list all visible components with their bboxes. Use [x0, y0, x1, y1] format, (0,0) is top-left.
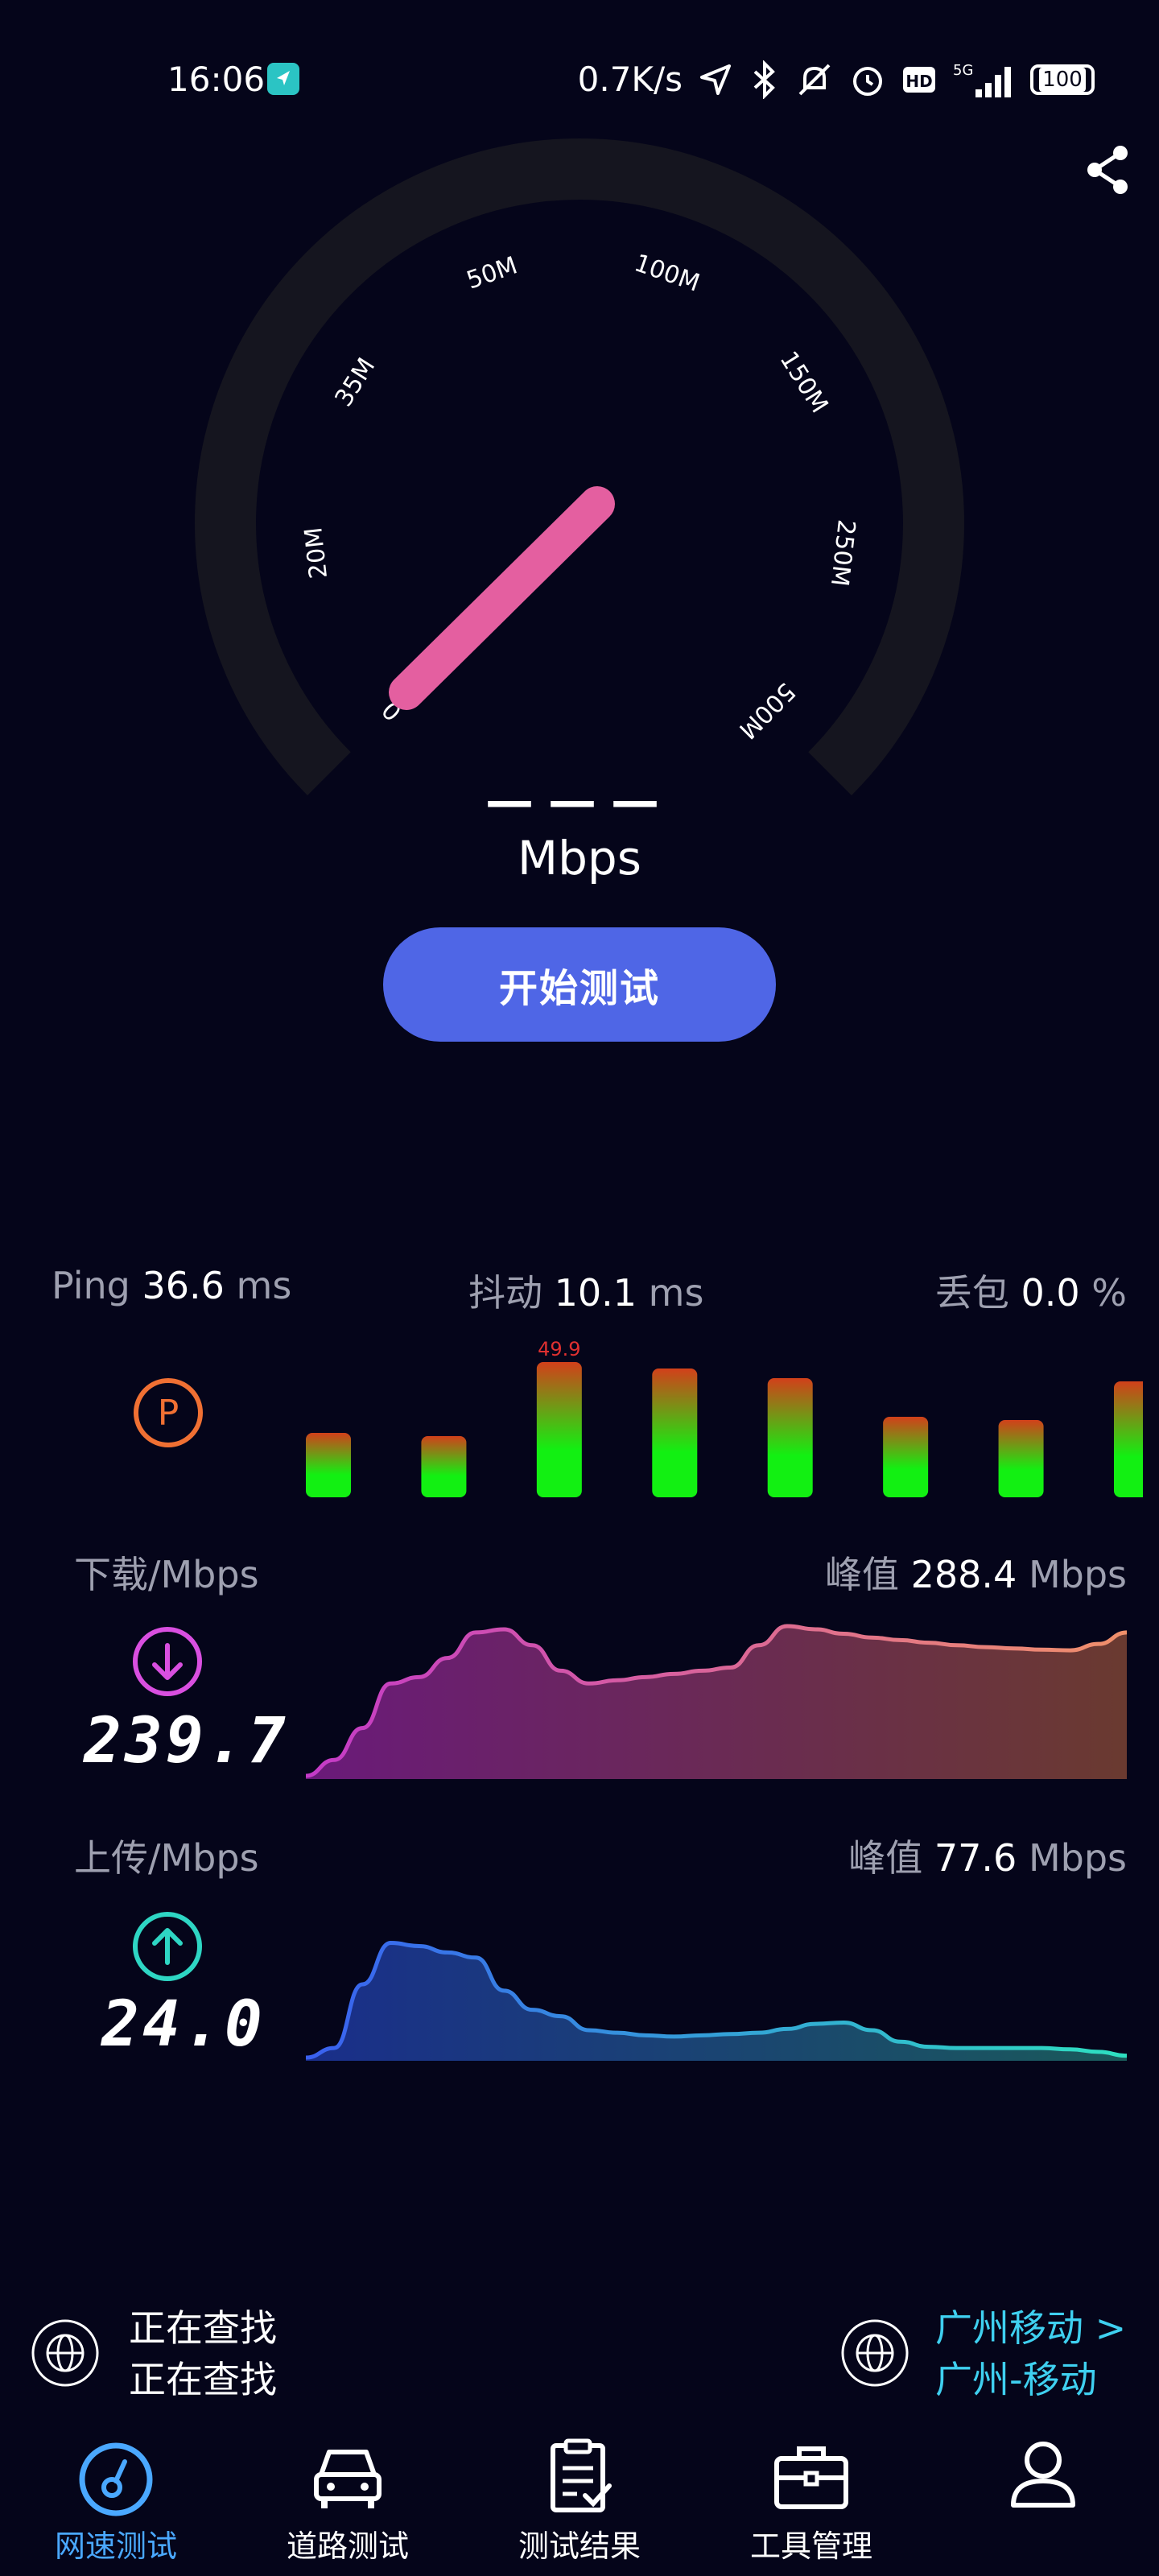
bottom-nav: 网速测试 道路测试 测试结果 工具管理 — [0, 2431, 1159, 2576]
user-icon — [1011, 2442, 1075, 2508]
status-bar: 16:06 0.7K/s HD 5G 100 — [0, 56, 1159, 105]
nav-road-test[interactable]: 道路测试 — [259, 2431, 436, 2576]
gauge-track — [195, 138, 964, 795]
upload-label: 上传/Mbps — [74, 1836, 259, 1880]
upload-arrow-icon — [133, 1912, 202, 1981]
test-server-selector[interactable]: 广州移动 > 广州-移动 — [935, 2302, 1126, 2405]
gauge-tick-label: 35M — [330, 353, 382, 412]
upload-chart — [306, 1941, 1127, 2061]
download-chart — [306, 1624, 1127, 1779]
globe-icon-left[interactable] — [31, 2318, 100, 2388]
speed-gauge: 020M35M50M 100M150M250M500M — [195, 138, 964, 795]
svg-text:P: P — [158, 1393, 179, 1434]
start-test-button[interactable]: 开始测试 — [383, 927, 776, 1042]
status-right: 0.7K/s HD 5G 100 — [578, 60, 1095, 99]
status-time: 16:06 — [167, 60, 266, 99]
ping-bar — [421, 1436, 467, 1497]
download-label: 下载/Mbps — [74, 1553, 259, 1596]
jitter-stat: 抖动 10.1 ms — [468, 1271, 704, 1315]
svg-text:HD: HD — [905, 72, 932, 91]
packet-loss-stat: 丢包 0.0 % — [934, 1271, 1127, 1315]
download-value: 239.7 — [84, 1705, 289, 1777]
ping-bar — [536, 1362, 582, 1497]
local-network-info[interactable]: 正在查找 正在查找 — [129, 2302, 277, 2405]
signal-5g-icon: 5G — [953, 62, 1011, 97]
ping-bar — [883, 1417, 929, 1497]
nav-label: 道路测试 — [286, 2529, 409, 2564]
gauge-tick-label: 50M — [463, 251, 521, 295]
car-icon — [314, 2450, 382, 2508]
nav-tool-management[interactable]: 工具管理 — [723, 2431, 900, 2576]
svg-text:5G: 5G — [953, 62, 973, 79]
globe-icon-right[interactable] — [840, 2318, 909, 2388]
navigation-app-icon — [267, 63, 299, 95]
speedometer-icon — [79, 2442, 153, 2516]
alarm-icon — [853, 66, 882, 96]
speed-reading: ——— — [485, 773, 674, 829]
ping-icon: P — [134, 1378, 203, 1447]
upload-area — [306, 1942, 1127, 2061]
gauge-tick-label: 150M — [774, 346, 834, 418]
location-arrow-icon — [700, 64, 731, 95]
network-speed: 0.7K/s — [577, 60, 683, 99]
gauge-needle — [389, 486, 615, 710]
battery-level: 100 — [1039, 67, 1086, 92]
nav-label: 工具管理 — [749, 2529, 872, 2564]
nav-label: 网速测试 — [54, 2529, 177, 2564]
bar-peak-label: 49.9 — [538, 1338, 580, 1360]
gauge-tick-label: 100M — [631, 249, 703, 298]
ping-bar — [306, 1433, 351, 1497]
ping-bar — [1114, 1381, 1143, 1497]
upload-peak: 峰值 77.6 Mbps — [848, 1836, 1127, 1880]
clipboard-check-icon — [551, 2438, 612, 2512]
nav-test-results[interactable]: 测试结果 — [491, 2431, 668, 2576]
nav-label: 测试结果 — [518, 2529, 641, 2564]
toolbox-icon — [774, 2446, 848, 2509]
hd-icon: HD — [903, 66, 935, 93]
ping-bar — [652, 1368, 698, 1497]
gauge-tick-label: 500M — [733, 677, 801, 745]
nav-profile[interactable] — [955, 2431, 1132, 2576]
gauge-tick-label: 20M — [299, 526, 333, 580]
download-arrow-icon — [133, 1627, 202, 1696]
mute-bell-icon — [798, 64, 831, 95]
ping-bar-chart: 49.9 — [306, 1338, 1143, 1497]
bluetooth-icon — [753, 60, 775, 99]
upload-value: 24.0 — [101, 1988, 266, 2061]
ping-stat: Ping 36.6 ms — [52, 1264, 292, 1307]
ping-bar — [767, 1378, 813, 1497]
download-peak: 峰值 288.4 Mbps — [824, 1553, 1127, 1596]
battery-icon: 100 — [1030, 64, 1095, 95]
gauge-tick-label: 250M — [825, 518, 860, 588]
ping-bar — [998, 1420, 1044, 1497]
speed-unit: Mbps — [518, 831, 641, 886]
nav-speed-test[interactable]: 网速测试 — [27, 2431, 204, 2576]
